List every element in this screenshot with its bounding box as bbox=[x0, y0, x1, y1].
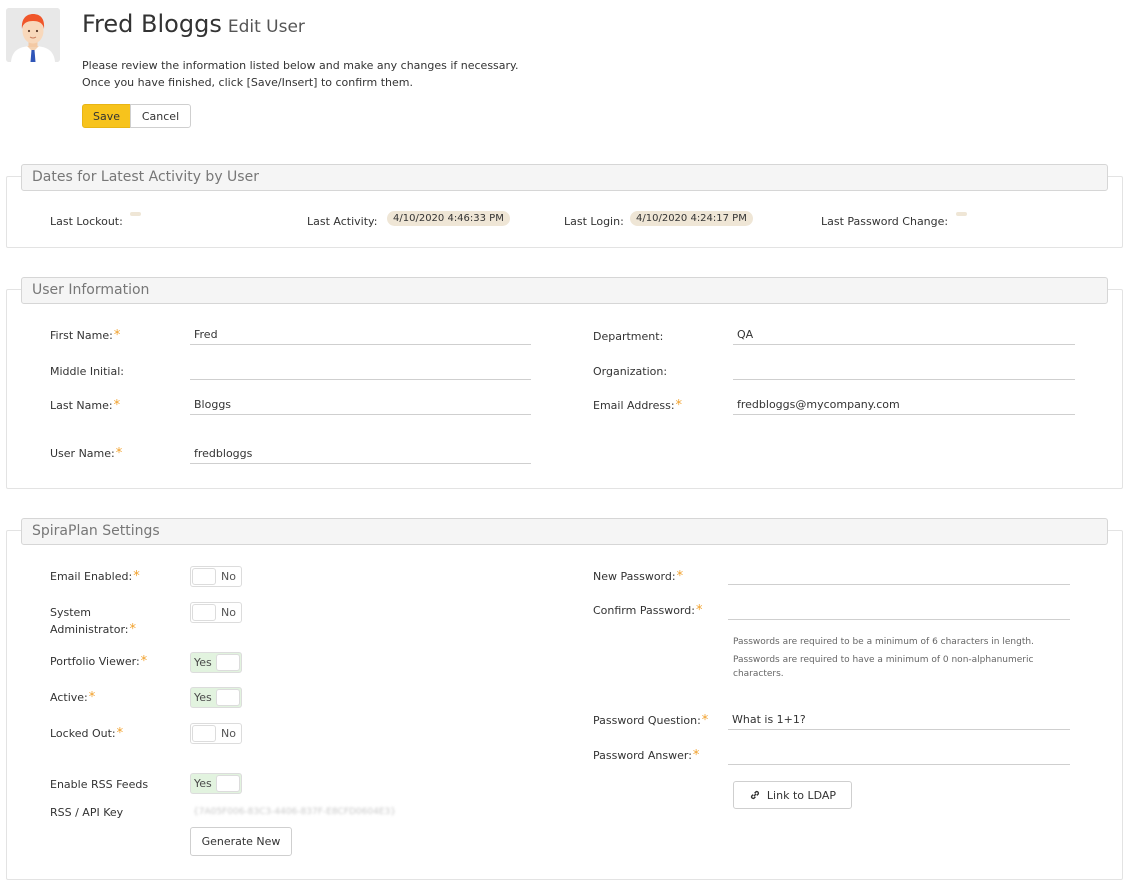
required-mark: * bbox=[695, 603, 703, 618]
page-subtitle: Edit User bbox=[227, 17, 305, 37]
password-length-help: Passwords are required to be a minimum o… bbox=[733, 637, 1034, 647]
required-mark: * bbox=[113, 398, 121, 413]
api-key-label: RSS / API Key bbox=[50, 806, 124, 819]
toggle-state: No bbox=[221, 727, 236, 740]
last-activity-value: 4/10/2020 4:46:33 PM bbox=[387, 211, 510, 226]
toggle-state: No bbox=[221, 570, 236, 583]
new-password-label: New Password:* bbox=[593, 569, 684, 584]
last-login-value: 4/10/2020 4:24:17 PM bbox=[630, 211, 753, 226]
user-avatar-icon bbox=[6, 8, 60, 62]
confirm-password-input[interactable] bbox=[728, 600, 1070, 620]
locked-out-label: Locked Out:* bbox=[50, 726, 124, 741]
intro-line-1: Please review the information listed bel… bbox=[82, 59, 519, 72]
toggle-state: Yes bbox=[194, 691, 212, 704]
user-info-legend: User Information bbox=[21, 277, 1108, 304]
system-administrator-label: System Administrator:* bbox=[50, 606, 137, 637]
toggle-state: Yes bbox=[194, 656, 212, 669]
toggle-knob bbox=[192, 568, 216, 585]
password-nonalpha-help: Passwords are required to have a minimum… bbox=[733, 655, 1034, 679]
required-mark: * bbox=[133, 569, 140, 584]
email-address-label: Email Address:* bbox=[593, 398, 683, 413]
generate-new-button[interactable]: Generate New bbox=[190, 827, 292, 856]
email-address-input[interactable] bbox=[733, 395, 1075, 415]
password-answer-label: Password Answer:* bbox=[593, 748, 700, 763]
toggle-knob bbox=[192, 604, 216, 621]
last-password-change-value bbox=[956, 212, 967, 216]
password-question-label: Password Question:* bbox=[593, 713, 709, 728]
first-name-label: First Name:* bbox=[50, 328, 121, 343]
user-name-label: User Name:* bbox=[50, 446, 123, 461]
first-name-input[interactable] bbox=[190, 325, 531, 345]
password-answer-input[interactable] bbox=[728, 745, 1070, 765]
toggle-knob bbox=[216, 654, 240, 671]
system-administrator-toggle[interactable]: No bbox=[190, 602, 242, 623]
organization-label: Organization: bbox=[593, 365, 668, 378]
link-to-ldap-label: Link to LDAP bbox=[766, 788, 837, 802]
api-key-value: {7A05F006-83C3-4406-837F-E8CFD0604E3} bbox=[193, 807, 396, 817]
required-mark: * bbox=[115, 446, 123, 461]
last-name-label: Last Name:* bbox=[50, 398, 121, 413]
toggle-knob bbox=[192, 725, 216, 742]
settings-legend: SpiraPlan Settings bbox=[21, 518, 1108, 545]
middle-initial-input[interactable] bbox=[190, 360, 531, 380]
last-lockout-label: Last Lockout: bbox=[50, 215, 123, 228]
required-mark: * bbox=[675, 398, 683, 413]
required-mark: * bbox=[116, 726, 124, 741]
toggle-knob bbox=[216, 775, 240, 792]
last-name-input[interactable] bbox=[190, 395, 531, 415]
last-login-label: Last Login: bbox=[564, 215, 624, 228]
active-label: Active:* bbox=[50, 690, 96, 705]
save-button[interactable]: Save bbox=[82, 104, 131, 128]
department-input[interactable] bbox=[733, 325, 1075, 345]
required-mark: * bbox=[129, 622, 137, 637]
toggle-knob bbox=[216, 689, 240, 706]
required-mark: * bbox=[701, 713, 709, 728]
required-mark: * bbox=[140, 654, 148, 669]
password-question-input[interactable] bbox=[728, 710, 1070, 730]
cancel-button[interactable]: Cancel bbox=[130, 104, 191, 128]
toggle-state: Yes bbox=[194, 777, 212, 790]
active-toggle[interactable]: Yes bbox=[190, 687, 242, 708]
last-password-change-label: Last Password Change: bbox=[821, 215, 949, 228]
email-enabled-toggle[interactable]: No bbox=[190, 566, 242, 587]
required-mark: * bbox=[88, 690, 96, 705]
required-mark: * bbox=[676, 569, 684, 584]
activity-legend: Dates for Latest Activity by User bbox=[21, 164, 1108, 191]
user-info-panel bbox=[6, 289, 1123, 489]
link-icon bbox=[750, 790, 760, 799]
user-full-name: Fred Bloggs bbox=[82, 10, 222, 38]
required-mark: * bbox=[113, 328, 121, 343]
portfolio-viewer-toggle[interactable]: Yes bbox=[190, 652, 242, 673]
enable-rss-label: Enable RSS Feeds bbox=[50, 778, 149, 791]
required-mark: * bbox=[692, 748, 700, 763]
link-to-ldap-button[interactable]: Link to LDAP bbox=[733, 781, 852, 809]
user-name-input[interactable] bbox=[190, 444, 531, 464]
intro-text: Please review the information listed bel… bbox=[82, 57, 519, 91]
organization-input[interactable] bbox=[733, 360, 1075, 380]
last-activity-label: Last Activity: bbox=[307, 215, 378, 228]
confirm-password-label: Confirm Password:* bbox=[593, 603, 703, 618]
email-enabled-label: Email Enabled:* bbox=[50, 569, 140, 584]
page-title: Fred Bloggs Edit User bbox=[82, 10, 305, 38]
middle-initial-label: Middle Initial: bbox=[50, 365, 124, 378]
toggle-state: No bbox=[221, 606, 236, 619]
new-password-input[interactable] bbox=[728, 565, 1070, 585]
portfolio-viewer-label: Portfolio Viewer:* bbox=[50, 654, 148, 669]
locked-out-toggle[interactable]: No bbox=[190, 723, 242, 744]
department-label: Department: bbox=[593, 330, 664, 343]
enable-rss-toggle[interactable]: Yes bbox=[190, 773, 242, 794]
last-lockout-value bbox=[130, 212, 141, 216]
intro-line-2: Once you have finished, click [Save/Inse… bbox=[82, 76, 413, 89]
